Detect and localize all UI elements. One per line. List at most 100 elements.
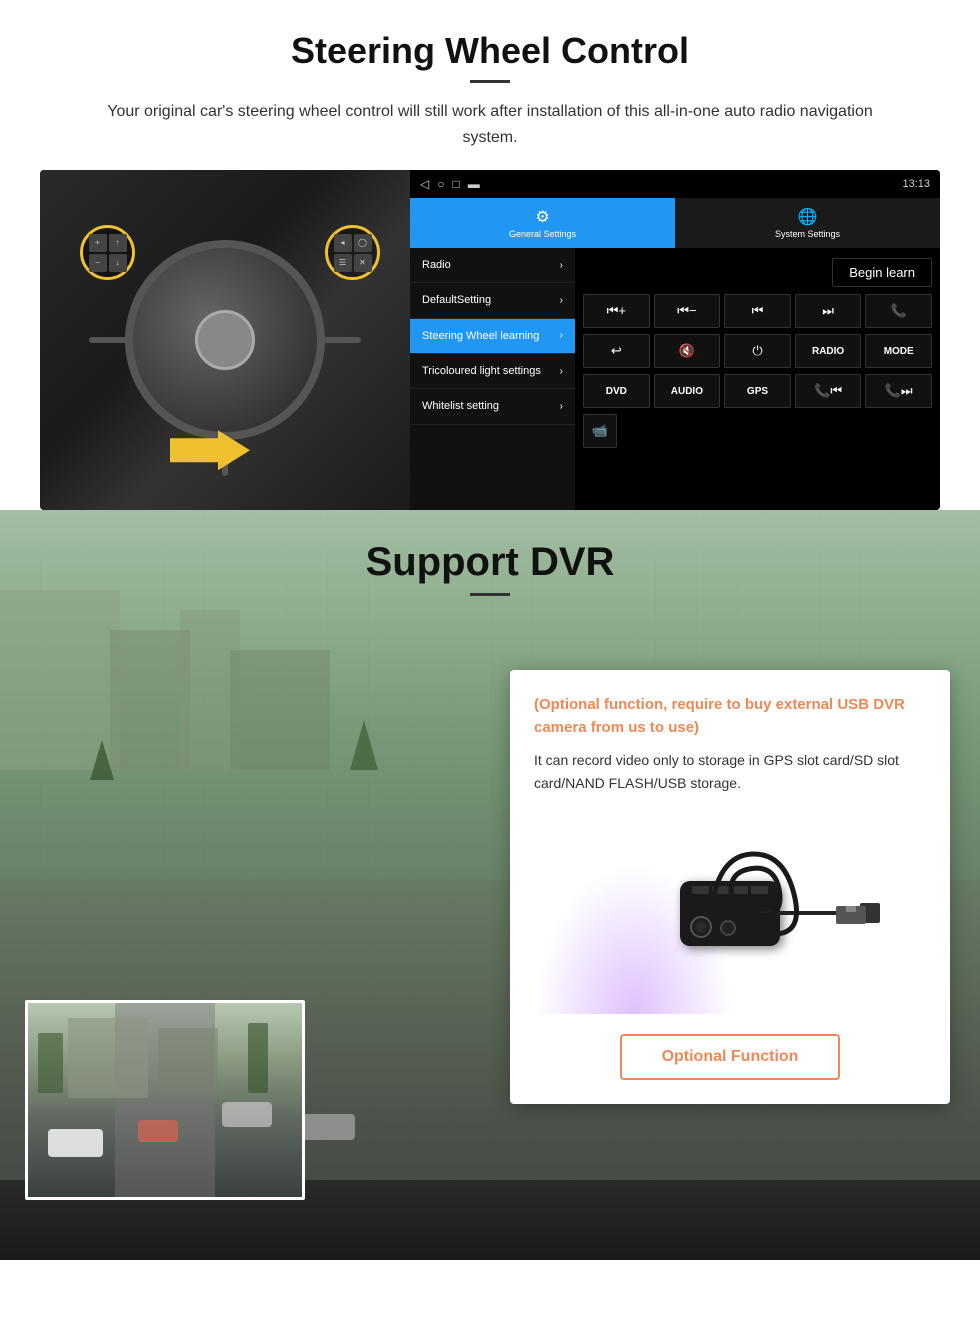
dvr-device-illustration bbox=[534, 814, 926, 1014]
menu-item-default[interactable]: DefaultSetting › bbox=[410, 283, 575, 318]
next-track-btn[interactable]: ⏭ bbox=[795, 294, 862, 328]
dvr-description: It can record video only to storage in G… bbox=[534, 749, 926, 794]
hang-up-btn[interactable]: ↩ bbox=[583, 334, 650, 368]
menu-tricoloured-arrow: › bbox=[560, 366, 563, 377]
right-control-buttons: ◂ ◯ ☰ ✕ bbox=[334, 234, 372, 272]
begin-learn-button[interactable]: Begin learn bbox=[832, 258, 932, 287]
control-row4: 📹 bbox=[583, 414, 932, 448]
mute-btn[interactable]: 🔇 bbox=[654, 334, 721, 368]
control-grid-row3: DVD AUDIO GPS 📞⏮ 📞⏭ bbox=[583, 374, 932, 408]
tab-general-label: General Settings bbox=[509, 229, 576, 239]
menu-item-steering[interactable]: Steering Wheel learning › bbox=[410, 319, 575, 354]
recents-icon: □ bbox=[452, 177, 459, 191]
statusbar-left: ◁ ○ □ ▬ bbox=[420, 177, 480, 191]
menu-default-label: DefaultSetting bbox=[422, 293, 491, 307]
dvr-icon-btn[interactable]: 📹 bbox=[583, 414, 617, 448]
thumb-building-2 bbox=[158, 1028, 218, 1093]
back-icon: ◁ bbox=[420, 177, 429, 191]
menu-whitelist-arrow: › bbox=[560, 401, 563, 412]
thumb-tree-1 bbox=[38, 1033, 63, 1093]
steering-demo-area: + ↑ − ↓ ◂ ◯ ☰ ✕ ◁ bbox=[40, 170, 940, 510]
menu-item-radio[interactable]: Radio › bbox=[410, 248, 575, 283]
steering-title: Steering Wheel Control bbox=[40, 30, 940, 72]
steering-subtitle: Your original car's steering wheel contr… bbox=[80, 99, 900, 150]
ctrl-btn-4: ↓ bbox=[109, 254, 127, 272]
tab-system-label: System Settings bbox=[775, 229, 840, 239]
power-btn[interactable]: ⏻ bbox=[724, 334, 791, 368]
cable-coil-svg bbox=[694, 834, 814, 954]
gear-icon: ⚙ bbox=[535, 207, 549, 227]
optional-function-container: Optional Function bbox=[534, 1034, 926, 1080]
wheel-hub bbox=[195, 310, 255, 370]
statusbar-time: 13:13 bbox=[902, 178, 930, 190]
ctrl-btn-3: − bbox=[89, 254, 107, 272]
menu-icon: ▬ bbox=[468, 177, 480, 191]
dvr-heading: Support DVR bbox=[0, 510, 980, 606]
tel-next-btn[interactable]: 📞⏭ bbox=[865, 374, 932, 408]
android-ui: ◁ ○ □ ▬ 13:13 ⚙ General Settings 🌐 Syste… bbox=[410, 170, 940, 510]
thumb-car-1 bbox=[48, 1129, 103, 1157]
tab-general-settings[interactable]: ⚙ General Settings bbox=[410, 198, 675, 248]
menu-tricoloured-label: Tricoloured light settings bbox=[422, 364, 541, 378]
android-tabs: ⚙ General Settings 🌐 System Settings bbox=[410, 198, 940, 248]
dvr-optional-text: (Optional function, require to buy exter… bbox=[534, 694, 926, 739]
dvr-thumbnail bbox=[25, 1000, 305, 1200]
cable-coil bbox=[694, 834, 814, 954]
audio-btn[interactable]: AUDIO bbox=[654, 374, 721, 408]
vol-up-btn[interactable]: ⏮+ bbox=[583, 294, 650, 328]
dvr-divider bbox=[470, 593, 510, 596]
ctrl-btn-2: ↑ bbox=[109, 234, 127, 252]
tab-system-settings[interactable]: 🌐 System Settings bbox=[675, 198, 940, 248]
ctrl-btn-1: + bbox=[89, 234, 107, 252]
usb-prong bbox=[846, 906, 856, 912]
thumb-car-2 bbox=[222, 1102, 272, 1127]
radio-btn[interactable]: RADIO bbox=[795, 334, 862, 368]
steering-section: Steering Wheel Control Your original car… bbox=[0, 0, 980, 510]
menu-item-whitelist[interactable]: Whitelist setting › bbox=[410, 389, 575, 424]
system-icon: 🌐 bbox=[798, 207, 818, 227]
spoke-right bbox=[321, 337, 361, 343]
android-content: Radio › DefaultSetting › Steering Wheel … bbox=[410, 248, 940, 510]
menu-default-arrow: › bbox=[560, 295, 563, 306]
title-divider bbox=[470, 80, 510, 83]
control-grid-row1: ⏮+ ⏮− ⏮ ⏭ 📞 bbox=[583, 294, 932, 328]
dvr-info-card: (Optional function, require to buy exter… bbox=[510, 670, 950, 1104]
phone-btn[interactable]: 📞 bbox=[865, 294, 932, 328]
menu-whitelist-label: Whitelist setting bbox=[422, 399, 499, 413]
menu-steering-arrow: › bbox=[560, 330, 563, 341]
menu-steering-label: Steering Wheel learning bbox=[422, 329, 539, 343]
ctrl-btn-8: ✕ bbox=[354, 254, 372, 272]
panel-top: Begin learn bbox=[583, 256, 932, 288]
dvr-section: Support DVR (Optional function, require … bbox=[0, 510, 980, 1260]
spoke-left bbox=[89, 337, 129, 343]
left-control-circle: + ↑ − ↓ bbox=[80, 225, 135, 280]
menu-radio-label: Radio bbox=[422, 258, 451, 272]
android-panel: Begin learn ⏮+ ⏮− ⏮ ⏭ 📞 ↩ 🔇 ⏻ bbox=[575, 248, 940, 510]
menu-item-tricoloured[interactable]: Tricoloured light settings › bbox=[410, 354, 575, 389]
steering-wheel-photo: + ↑ − ↓ ◂ ◯ ☰ ✕ bbox=[40, 170, 410, 510]
thumb-tree-2 bbox=[248, 1023, 268, 1093]
ctrl-btn-5: ◂ bbox=[334, 234, 352, 252]
usb-connector bbox=[836, 904, 866, 924]
ctrl-btn-6: ◯ bbox=[354, 234, 372, 252]
vol-down-btn[interactable]: ⏮− bbox=[654, 294, 721, 328]
right-control-circle: ◂ ◯ ☰ ✕ bbox=[325, 225, 380, 280]
control-grid-row2: ↩ 🔇 ⏻ RADIO MODE bbox=[583, 334, 932, 368]
optional-function-button[interactable]: Optional Function bbox=[620, 1034, 841, 1080]
ctrl-btn-7: ☰ bbox=[334, 254, 352, 272]
tel-prev-btn[interactable]: 📞⏮ bbox=[795, 374, 862, 408]
thumb-car-3 bbox=[138, 1120, 178, 1142]
android-statusbar: ◁ ○ □ ▬ 13:13 bbox=[410, 170, 940, 198]
android-menu: Radio › DefaultSetting › Steering Wheel … bbox=[410, 248, 575, 510]
menu-radio-arrow: › bbox=[560, 260, 563, 271]
thumb-building bbox=[68, 1018, 148, 1098]
dvd-btn[interactable]: DVD bbox=[583, 374, 650, 408]
home-icon: ○ bbox=[437, 177, 444, 191]
usb-body bbox=[836, 906, 866, 924]
dvr-title: Support DVR bbox=[0, 540, 980, 585]
left-control-buttons: + ↑ − ↓ bbox=[89, 234, 127, 272]
gps-btn[interactable]: GPS bbox=[724, 374, 791, 408]
wheel-center bbox=[125, 240, 325, 440]
mode-btn[interactable]: MODE bbox=[865, 334, 932, 368]
prev-track-btn[interactable]: ⏮ bbox=[724, 294, 791, 328]
